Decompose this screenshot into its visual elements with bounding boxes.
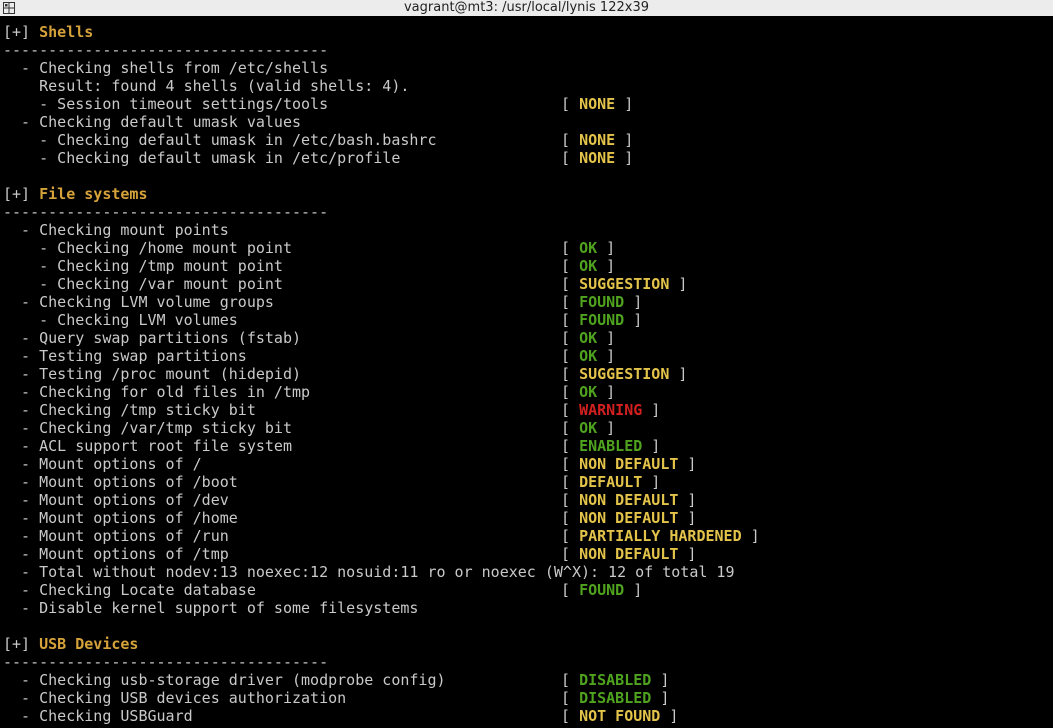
status-value: NON DEFAULT <box>579 545 679 563</box>
check-label: - Mount options of /boot <box>3 473 238 491</box>
check-status: [ NON DEFAULT ] <box>561 455 697 473</box>
check-label: - Mount options of / <box>3 455 202 473</box>
status-value: NON DEFAULT <box>579 455 679 473</box>
status-value: OK <box>579 383 598 401</box>
section-prefix: [+] <box>3 185 40 203</box>
check-label: - Testing swap partitions <box>3 347 247 365</box>
status-value: FOUND <box>579 581 625 599</box>
check-label: - Checking /var mount point <box>3 275 283 293</box>
check-label: - Checking default umask in /etc/bash.ba… <box>3 131 437 149</box>
check-label: - Checking usb-storage driver (modprobe … <box>3 671 446 689</box>
section-prefix: [+] <box>3 23 40 41</box>
status-value: NON DEFAULT <box>579 509 679 527</box>
status-value: NONE <box>579 149 616 167</box>
status-value: DISABLED <box>579 671 652 689</box>
check-status: [ WARNING ] <box>561 401 661 419</box>
status-value: SUGGESTION <box>579 275 670 293</box>
status-value: OK <box>579 347 598 365</box>
check-label: - Checking LVM volumes <box>3 311 238 329</box>
section-header: [+] File systems <box>3 185 148 203</box>
check-status: [ DISABLED ] <box>561 671 670 689</box>
status-value: SUGGESTION <box>579 365 670 383</box>
status-value: DISABLED <box>579 689 652 707</box>
section-header: [+] USB Devices <box>3 635 138 653</box>
output-line: - Checking shells from /etc/shells <box>3 59 329 77</box>
check-status: [ OK ] <box>561 257 616 275</box>
status-value: WARNING <box>579 401 643 419</box>
status-value: OK <box>579 257 598 275</box>
status-value: ENABLED <box>579 437 643 455</box>
status-value: OK <box>579 419 598 437</box>
check-label: - Query swap partitions (fstab) <box>3 329 302 347</box>
output-line: - Checking default umask values <box>3 113 302 131</box>
status-value: NONE <box>579 95 616 113</box>
check-label: - Checking LVM volume groups <box>3 293 274 311</box>
check-status: [ NOT FOUND ] <box>561 707 679 725</box>
window-title: vagrant@mt3: /usr/local/lynis 122x39 <box>403 0 649 15</box>
status-value: DEFAULT <box>579 473 643 491</box>
output-line: - Disable kernel support of some filesys… <box>3 599 419 617</box>
check-status: [ NON DEFAULT ] <box>561 545 697 563</box>
output-line: - Checking mount points <box>3 221 229 239</box>
output-line: Result: found 4 shells (valid shells: 4)… <box>3 77 410 95</box>
check-status: [ OK ] <box>561 419 616 437</box>
check-label: - Checking /tmp sticky bit <box>3 401 256 419</box>
check-status: [ PARTIALLY HARDENED ] <box>561 527 760 545</box>
check-label: - Testing /proc mount (hidepid) <box>3 365 302 383</box>
section-header: [+] Shells <box>3 23 93 41</box>
check-status: [ ENABLED ] <box>561 437 661 455</box>
window-titlebar[interactable]: vagrant@mt3: /usr/local/lynis 122x39 <box>0 0 1053 16</box>
check-label: - Session timeout settings/tools <box>3 95 329 113</box>
status-value: FOUND <box>579 311 625 329</box>
terminal-menu-icon[interactable] <box>3 2 15 14</box>
check-label: - Checking USBGuard <box>3 707 193 725</box>
check-status: [ OK ] <box>561 347 616 365</box>
output-line: - Total without nodev:13 noexec:12 nosui… <box>3 563 735 581</box>
check-label: - Mount options of /run <box>3 527 229 545</box>
terminal-output[interactable]: [+] Shells ------------------------------… <box>3 23 1051 728</box>
check-status: [ SUGGESTION ] <box>561 275 688 293</box>
check-status: [ NONE ] <box>561 149 634 167</box>
check-status: [ FOUND ] <box>561 581 643 599</box>
check-label: - Mount options of /tmp <box>3 545 229 563</box>
check-label: - ACL support root file system <box>3 437 292 455</box>
check-status: [ OK ] <box>561 329 616 347</box>
check-label: - Checking /home mount point <box>3 239 292 257</box>
check-status: [ FOUND ] <box>561 311 643 329</box>
check-label: - Checking for old files in /tmp <box>3 383 311 401</box>
check-status: [ DEFAULT ] <box>561 473 661 491</box>
check-status: [ FOUND ] <box>561 293 643 311</box>
check-status: [ OK ] <box>561 239 616 257</box>
status-value: FOUND <box>579 293 625 311</box>
status-value: PARTIALLY HARDENED <box>579 527 742 545</box>
check-status: [ OK ] <box>561 383 616 401</box>
check-label: - Mount options of /home <box>3 509 238 527</box>
status-value: NONE <box>579 131 616 149</box>
output-line: ------------------------------------ <box>3 41 329 59</box>
check-label: - Checking USB devices authorization <box>3 689 347 707</box>
check-label: - Checking /var/tmp sticky bit <box>3 419 292 437</box>
check-label: - Mount options of /dev <box>3 491 229 509</box>
section-title: Shells <box>39 23 94 41</box>
section-title: File systems <box>39 185 148 203</box>
check-status: [ NON DEFAULT ] <box>561 491 697 509</box>
check-label: - Checking default umask in /etc/profile <box>3 149 401 167</box>
output-line: ------------------------------------ <box>3 653 329 671</box>
check-label: - Checking /tmp mount point <box>3 257 283 275</box>
status-value: OK <box>579 329 598 347</box>
section-prefix: [+] <box>3 635 40 653</box>
section-title: USB Devices <box>39 635 139 653</box>
check-status: [ DISABLED ] <box>561 689 670 707</box>
status-value: OK <box>579 239 598 257</box>
status-value: NOT FOUND <box>579 707 661 725</box>
status-value: NON DEFAULT <box>579 491 679 509</box>
check-status: [ NON DEFAULT ] <box>561 509 697 527</box>
check-status: [ SUGGESTION ] <box>561 365 688 383</box>
check-status: [ NONE ] <box>561 95 634 113</box>
check-label: - Checking Locate database <box>3 581 256 599</box>
check-status: [ NONE ] <box>561 131 634 149</box>
output-line: ------------------------------------ <box>3 203 329 221</box>
